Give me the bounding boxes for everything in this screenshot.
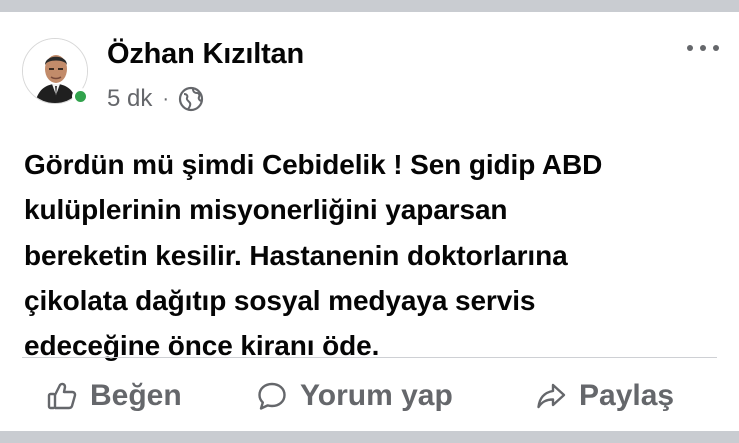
- thumbs-up-icon: [47, 382, 77, 410]
- post-text: Gördün mü şimdi Cebidelik ! Sen gidip AB…: [24, 142, 724, 368]
- post-actions: Beğen Yorum yap Paylaş: [0, 375, 739, 417]
- post-text-line: bereketin kesilir. Hastanenin doktorları…: [24, 239, 568, 271]
- post-card: Özhan Kızıltan 5 dk · Gördün mü şimdi Ce…: [0, 12, 739, 431]
- post-text-line: edeceğine önce kiranı öde.: [24, 330, 380, 362]
- actions-divider: [22, 357, 717, 358]
- post-text-line: kulüplerinin misyonerliğini yaparsan: [24, 194, 508, 226]
- comment-button[interactable]: Yorum yap: [256, 375, 453, 417]
- share-icon: [537, 383, 566, 409]
- globe-icon[interactable]: [178, 86, 204, 112]
- share-button[interactable]: Paylaş: [535, 375, 674, 417]
- online-status-dot: [72, 88, 89, 105]
- more-options-icon[interactable]: [687, 38, 719, 58]
- share-label: Paylaş: [579, 379, 675, 412]
- post-text-line: Gördün mü şimdi Cebidelik ! Sen gidip AB…: [24, 149, 603, 180]
- like-label: Beğen: [90, 379, 182, 412]
- comment-label: Yorum yap: [300, 379, 453, 412]
- author-name[interactable]: Özhan Kızıltan: [107, 38, 304, 71]
- meta-separator: ·: [162, 87, 170, 110]
- like-button[interactable]: Beğen: [46, 375, 182, 417]
- comment-icon: [258, 382, 286, 410]
- post-text-line: çikolata dağıtıp sosyal medyaya servis: [24, 284, 536, 316]
- post-meta: 5 dk ·: [107, 84, 204, 114]
- post-time[interactable]: 5 dk: [107, 85, 152, 113]
